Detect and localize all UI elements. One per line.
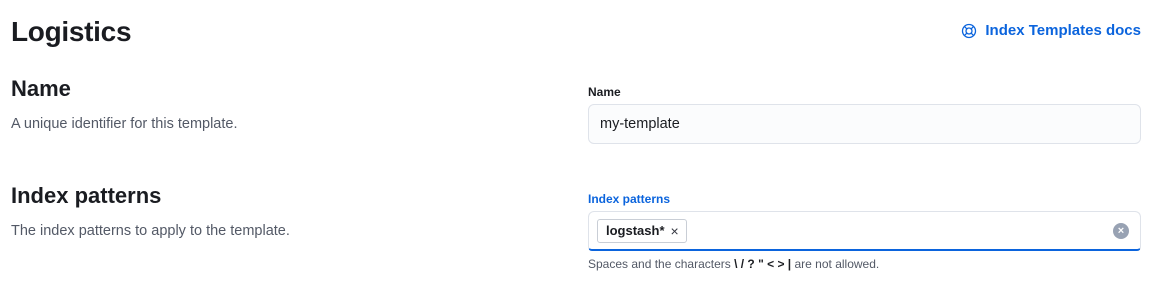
pattern-pill-label: logstash* <box>606 223 665 238</box>
help-lifebuoy-icon <box>961 23 977 39</box>
name-section-description: A unique identifier for this template. <box>11 116 238 132</box>
pattern-pill: logstash* × <box>597 218 687 243</box>
clear-circle-icon[interactable]: × <box>1113 222 1129 239</box>
page-title: Logistics <box>11 16 132 47</box>
name-field-label: Name <box>588 85 621 99</box>
index-templates-docs-link[interactable]: Index Templates docs <box>961 22 1141 39</box>
help-text-suffix: are not allowed. <box>791 257 880 271</box>
index-patterns-search-input[interactable] <box>686 217 1113 244</box>
index-patterns-section-title: Index patterns <box>11 183 162 208</box>
help-text-disallowed-chars: \ / ? " < > | <box>734 257 792 271</box>
close-icon[interactable]: × <box>671 224 679 238</box>
name-section-title: Name <box>11 76 71 101</box>
name-input[interactable] <box>588 104 1141 144</box>
help-text-prefix: Spaces and the characters <box>588 257 735 271</box>
index-patterns-section-description: The index patterns to apply to the templ… <box>11 223 290 239</box>
index-patterns-combobox[interactable]: logstash* × × <box>588 211 1141 251</box>
docs-link-label: Index Templates docs <box>985 22 1141 39</box>
index-patterns-field-label: Index patterns <box>588 192 671 206</box>
index-patterns-help-text: Spaces and the characters \ / ? " < > | … <box>588 256 879 272</box>
